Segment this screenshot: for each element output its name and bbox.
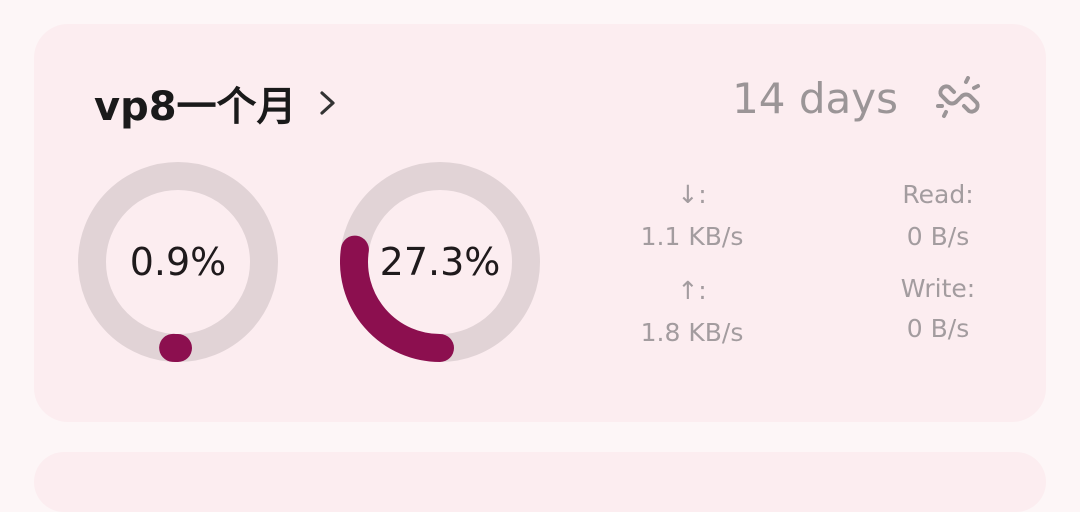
next-server-card[interactable] bbox=[34, 452, 1046, 512]
link-off-icon[interactable] bbox=[936, 76, 982, 122]
disk-read-label: Read: bbox=[878, 180, 998, 209]
days-remaining: 14 days bbox=[732, 74, 898, 123]
cpu-usage-label: 0.9% bbox=[78, 162, 278, 362]
disk-write-speed: 0 B/s bbox=[878, 314, 998, 343]
disk-write-label: Write: bbox=[878, 274, 998, 303]
memory-usage-label: 27.3% bbox=[340, 162, 540, 362]
server-title-row[interactable]: vp8一个月 bbox=[94, 74, 339, 132]
memory-gauge: 27.3% bbox=[340, 162, 540, 362]
download-label: ↓: bbox=[612, 180, 772, 209]
server-card[interactable]: vp8一个月 14 days bbox=[34, 24, 1046, 422]
download-speed: 1.1 KB/s bbox=[612, 222, 772, 251]
disk-read-speed: 0 B/s bbox=[878, 222, 998, 251]
chevron-right-icon[interactable] bbox=[317, 88, 339, 118]
cpu-gauge: 0.9% bbox=[78, 162, 278, 362]
server-title[interactable]: vp8一个月 bbox=[94, 74, 297, 132]
upload-speed: 1.8 KB/s bbox=[612, 318, 772, 347]
upload-label: ↑: bbox=[612, 276, 772, 305]
